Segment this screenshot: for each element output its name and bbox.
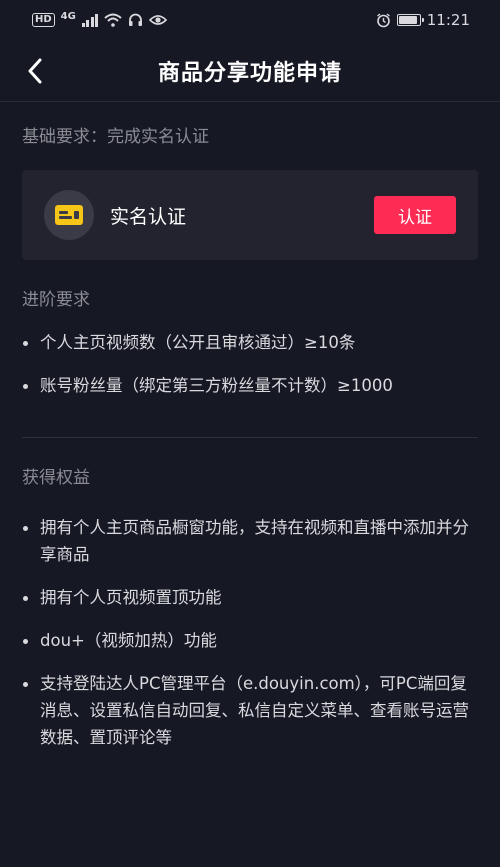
- benefits-label: 获得权益: [22, 468, 90, 488]
- back-button[interactable]: [18, 54, 52, 88]
- advanced-requirement-label: 进阶要求: [22, 290, 90, 310]
- hd-indicator: HD: [32, 13, 55, 27]
- battery-level: [398, 16, 417, 24]
- verify-card: 实名认证 认证: [22, 170, 478, 260]
- page-title: 商品分享功能申请: [157, 60, 342, 86]
- eye-icon: [149, 15, 168, 25]
- status-left: HD 4G: [32, 10, 168, 27]
- divider: [22, 437, 478, 438]
- list-item: 个人主页视频数（公开且审核通过）≥10条: [22, 329, 478, 356]
- verify-button[interactable]: 认证: [374, 196, 456, 234]
- alarm-icon: [376, 12, 390, 27]
- wifi-icon: [104, 13, 123, 27]
- list-item: 账号粉丝量（绑定第三方粉丝量不计数）≥1000: [22, 372, 478, 399]
- id-card-icon: [55, 205, 83, 225]
- id-card-icon-wrap: [44, 190, 94, 240]
- status-bar: HD 4G 11:21: [0, 0, 500, 40]
- status-right: 11:21: [376, 11, 470, 29]
- list-item: 拥有个人主页商品橱窗功能，支持在视频和直播中添加并分享商品: [22, 514, 478, 568]
- signal-icon: [81, 13, 99, 27]
- list-item: 支持登陆达人PC管理平台（e.douyin.com），可PC端回复消息、设置私信…: [22, 670, 478, 751]
- status-time: 11:21: [426, 11, 470, 29]
- benefits-list: 拥有个人主页商品橱窗功能，支持在视频和直播中添加并分享商品 拥有个人页视频置顶功…: [22, 514, 478, 751]
- basic-requirement-label: 基础要求：完成实名认证: [22, 127, 209, 147]
- advanced-list: 个人主页视频数（公开且审核通过）≥10条 账号粉丝量（绑定第三方粉丝量不计数）≥…: [22, 329, 478, 399]
- battery-icon: [396, 14, 424, 26]
- network-type: 4G: [60, 10, 76, 22]
- header: 商品分享功能申请: [0, 40, 500, 102]
- list-item: 拥有个人页视频置顶功能: [22, 584, 478, 611]
- chevron-left-icon: [28, 58, 42, 84]
- verify-card-label: 实名认证: [110, 205, 187, 228]
- list-item: dou+（视频加热）功能: [22, 627, 478, 654]
- headset-icon: [129, 13, 143, 26]
